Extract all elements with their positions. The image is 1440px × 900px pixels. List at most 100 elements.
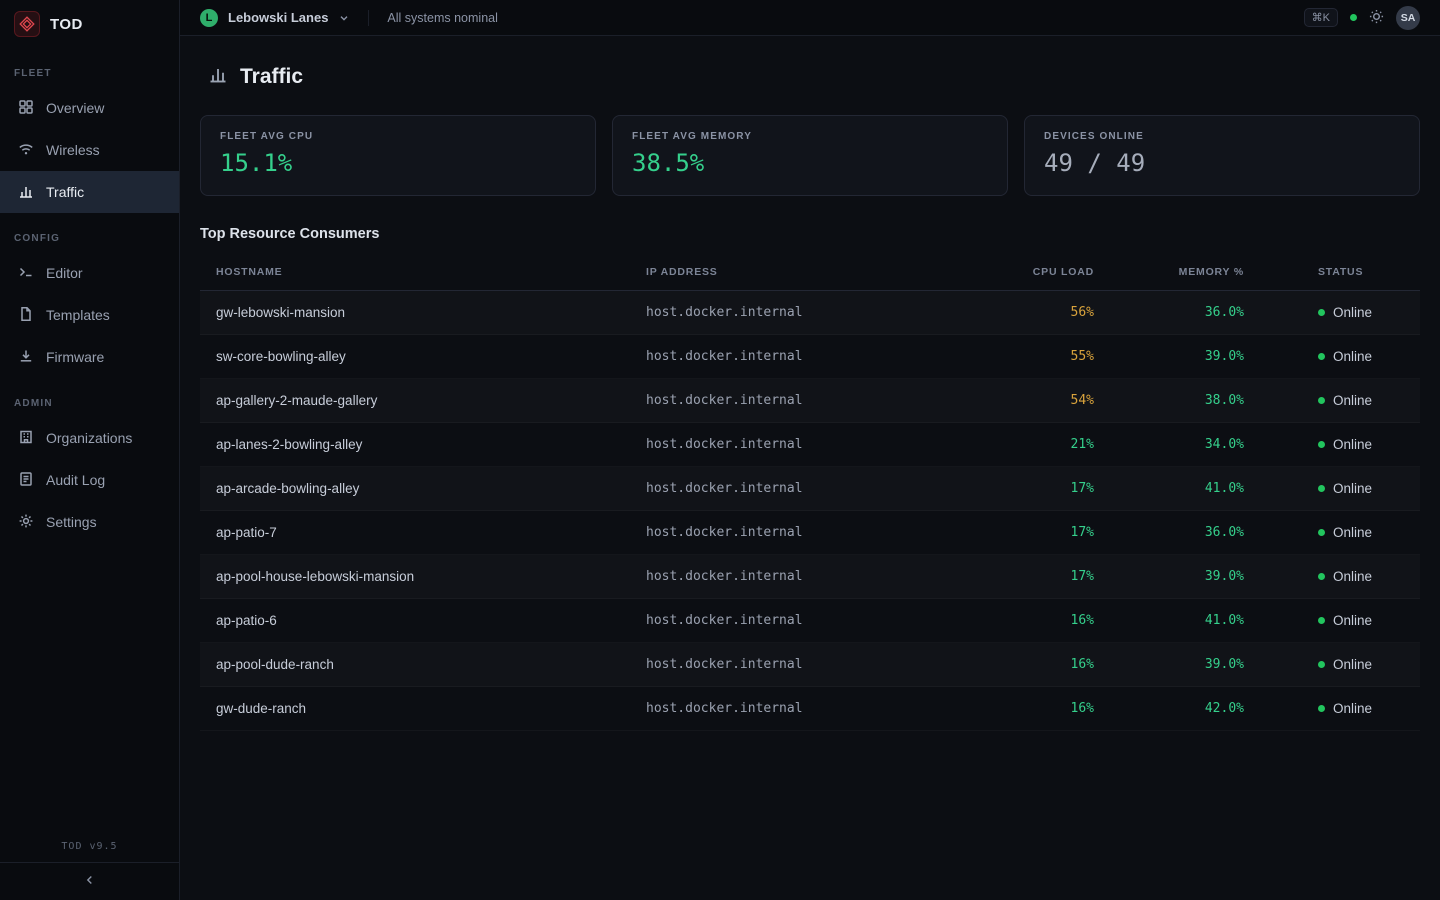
grid-icon	[18, 99, 34, 118]
status-cell: Online	[1260, 511, 1420, 555]
chevron-down-icon[interactable]	[338, 12, 350, 24]
main-content: Traffic FLEET AVG CPU 15.1% FLEET AVG ME…	[180, 36, 1440, 900]
hostname-cell: ap-arcade-bowling-alley	[200, 467, 630, 511]
status-label: Online	[1333, 305, 1372, 320]
gear-icon	[18, 513, 34, 532]
col-ip-address: IP ADDRESS	[630, 254, 960, 291]
wifi-icon	[18, 141, 34, 160]
page-title: Traffic	[240, 65, 303, 89]
memory-cell: 36.0%	[1110, 511, 1260, 555]
app-version: TOD v9.5	[0, 841, 179, 852]
table-row[interactable]: sw-core-bowling-alley host.docker.intern…	[200, 335, 1420, 379]
status-label: Online	[1333, 701, 1372, 716]
sidebar-collapse-button[interactable]	[0, 862, 179, 900]
sidebar-item-label: Audit Log	[46, 472, 105, 488]
sidebar-item-settings[interactable]: Settings	[0, 501, 179, 543]
app-name: TOD	[50, 16, 83, 33]
app-logo: TOD	[0, 0, 179, 48]
sidebar-item-organizations[interactable]: Organizations	[0, 417, 179, 459]
online-dot-icon	[1318, 397, 1325, 404]
table-row[interactable]: ap-arcade-bowling-alley host.docker.inte…	[200, 467, 1420, 511]
online-dot-icon	[1318, 353, 1325, 360]
cpu-cell: 56%	[960, 291, 1110, 335]
cpu-cell: 16%	[960, 643, 1110, 687]
building-icon	[18, 429, 34, 448]
divider	[368, 10, 369, 26]
hostname-cell: ap-gallery-2-maude-gallery	[200, 379, 630, 423]
health-dot	[1350, 14, 1357, 21]
sun-icon	[1369, 9, 1384, 27]
sidebar-item-firmware[interactable]: Firmware	[0, 336, 179, 378]
table-row[interactable]: ap-patio-6 host.docker.internal 16% 41.0…	[200, 599, 1420, 643]
col-cpu-load: CPU LOAD	[960, 254, 1110, 291]
sidebar-item-label: Overview	[46, 100, 104, 116]
top-header: L Lebowski Lanes All systems nominal ⌘K …	[180, 0, 1440, 36]
status-cell: Online	[1260, 423, 1420, 467]
stat-label: FLEET AVG CPU	[220, 131, 576, 142]
status-cell: Online	[1260, 379, 1420, 423]
stat-card-fleet-avg-cpu: FLEET AVG CPU 15.1%	[200, 115, 596, 196]
online-dot-icon	[1318, 573, 1325, 580]
online-dot-icon	[1318, 661, 1325, 668]
sidebar-item-templates[interactable]: Templates	[0, 294, 179, 336]
status-cell: Online	[1260, 467, 1420, 511]
cpu-cell: 55%	[960, 335, 1110, 379]
user-avatar[interactable]: SA	[1396, 6, 1420, 30]
sidebar-item-label: Traffic	[46, 184, 84, 200]
memory-cell: 39.0%	[1110, 555, 1260, 599]
status-label: Online	[1333, 525, 1372, 540]
status-cell: Online	[1260, 291, 1420, 335]
status-label: Online	[1333, 569, 1372, 584]
status-cell: Online	[1260, 687, 1420, 731]
ip-cell: host.docker.internal	[630, 511, 960, 555]
table-row[interactable]: ap-gallery-2-maude-gallery host.docker.i…	[200, 379, 1420, 423]
hostname-cell: ap-pool-house-lebowski-mansion	[200, 555, 630, 599]
cpu-cell: 17%	[960, 467, 1110, 511]
memory-cell: 41.0%	[1110, 467, 1260, 511]
sidebar-item-editor[interactable]: Editor	[0, 252, 179, 294]
memory-cell: 36.0%	[1110, 291, 1260, 335]
table-row[interactable]: ap-pool-dude-ranch host.docker.internal …	[200, 643, 1420, 687]
status-cell: Online	[1260, 555, 1420, 599]
chevron-left-icon	[83, 873, 97, 890]
status-cell: Online	[1260, 643, 1420, 687]
hostname-cell: sw-core-bowling-alley	[200, 335, 630, 379]
table-row[interactable]: ap-patio-7 host.docker.internal 17% 36.0…	[200, 511, 1420, 555]
status-label: Online	[1333, 481, 1372, 496]
memory-cell: 38.0%	[1110, 379, 1260, 423]
sidebar-item-audit-log[interactable]: Audit Log	[0, 459, 179, 501]
hostname-cell: gw-lebowski-mansion	[200, 291, 630, 335]
sidebar-item-traffic[interactable]: Traffic	[0, 171, 179, 213]
sidebar-item-label: Firmware	[46, 349, 104, 365]
table-row[interactable]: gw-lebowski-mansion host.docker.internal…	[200, 291, 1420, 335]
stat-value: 38.5%	[632, 149, 988, 177]
sidebar-item-label: Settings	[46, 514, 97, 530]
status-label: Online	[1333, 393, 1372, 408]
ip-cell: host.docker.internal	[630, 291, 960, 335]
stat-cards: FLEET AVG CPU 15.1% FLEET AVG MEMORY 38.…	[200, 115, 1420, 196]
hostname-cell: ap-patio-7	[200, 511, 630, 555]
status-cell: Online	[1260, 599, 1420, 643]
status-label: Online	[1333, 437, 1372, 452]
org-switcher[interactable]: Lebowski Lanes	[228, 10, 328, 25]
command-palette-shortcut[interactable]: ⌘K	[1304, 8, 1338, 27]
theme-toggle-button[interactable]	[1369, 9, 1384, 27]
online-dot-icon	[1318, 529, 1325, 536]
section-label-admin: ADMIN	[0, 378, 179, 417]
col-status: STATUS	[1260, 254, 1420, 291]
table-title: Top Resource Consumers	[200, 226, 1420, 242]
bar-chart-icon	[208, 64, 228, 89]
ip-cell: host.docker.internal	[630, 379, 960, 423]
org-avatar: L	[200, 9, 218, 27]
download-icon	[18, 348, 34, 367]
sidebar-item-overview[interactable]: Overview	[0, 87, 179, 129]
cpu-cell: 17%	[960, 555, 1110, 599]
table-row[interactable]: ap-pool-house-lebowski-mansion host.dock…	[200, 555, 1420, 599]
table-row[interactable]: gw-dude-ranch host.docker.internal 16% 4…	[200, 687, 1420, 731]
cpu-cell: 17%	[960, 511, 1110, 555]
col-memory: MEMORY %	[1110, 254, 1260, 291]
table-row[interactable]: ap-lanes-2-bowling-alley host.docker.int…	[200, 423, 1420, 467]
sidebar-item-wireless[interactable]: Wireless	[0, 129, 179, 171]
hostname-cell: ap-patio-6	[200, 599, 630, 643]
status-cell: Online	[1260, 335, 1420, 379]
